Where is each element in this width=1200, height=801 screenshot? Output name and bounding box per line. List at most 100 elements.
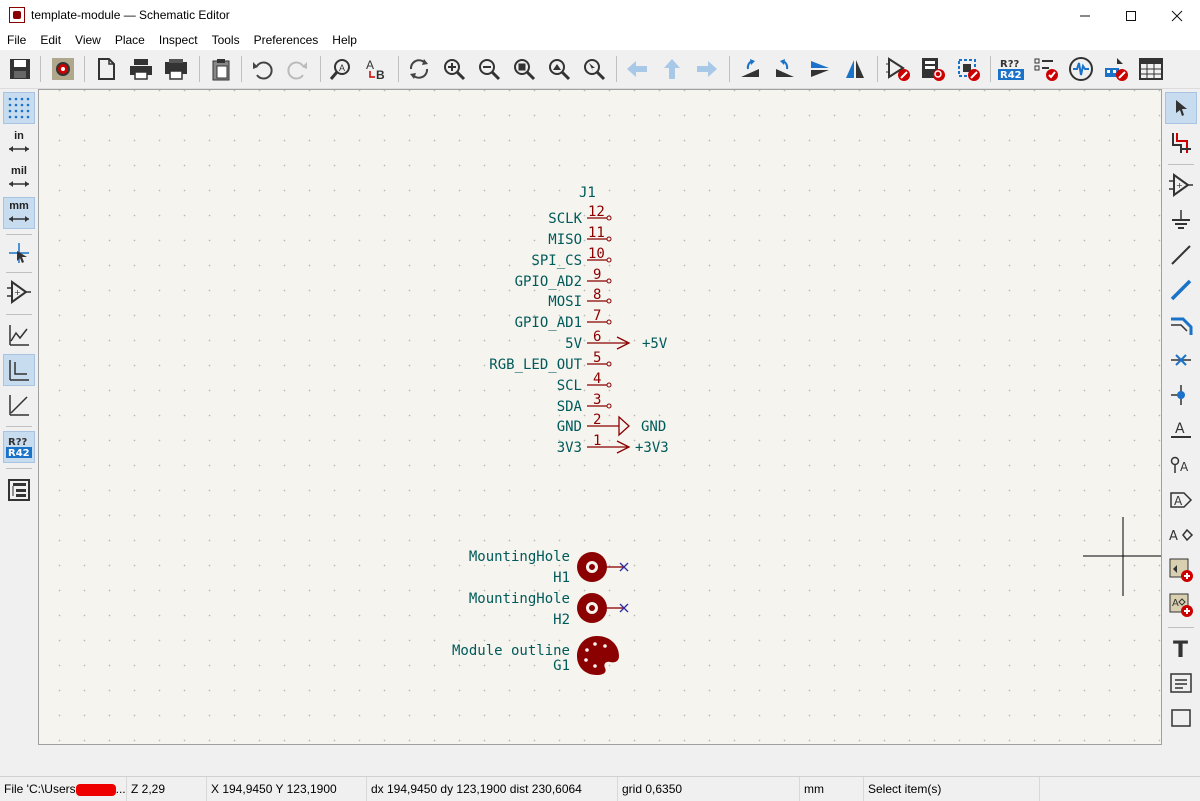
pin-11[interactable]: MISO 11 bbox=[548, 225, 612, 248]
add-text-button[interactable]: T bbox=[1165, 632, 1197, 664]
line-45-button[interactable] bbox=[3, 389, 35, 421]
power-symbol-gnd[interactable]: GND bbox=[618, 415, 666, 437]
pin-5[interactable]: RGB_LED_OUT 5 bbox=[489, 350, 612, 373]
select-tool-button[interactable] bbox=[1165, 92, 1197, 124]
paste-button[interactable] bbox=[205, 53, 237, 85]
pin-10[interactable]: SPI_CS 10 bbox=[531, 246, 612, 269]
title-bar: template-module — Schematic Editor bbox=[0, 0, 1200, 31]
menu-view[interactable]: View bbox=[68, 31, 108, 50]
clipboard-icon bbox=[212, 59, 230, 81]
add-bus-entry-button[interactable] bbox=[1165, 309, 1197, 341]
mounting-hole-h1[interactable]: MountingHole H1 bbox=[469, 549, 629, 586]
hidden-pins-button[interactable]: + bbox=[3, 276, 35, 308]
add-rectangle-button[interactable] bbox=[1165, 702, 1197, 734]
undo-button[interactable] bbox=[246, 53, 278, 85]
pin-2[interactable]: GND 2 bbox=[557, 412, 619, 435]
menu-tools[interactable]: Tools bbox=[205, 31, 247, 50]
mirror-vertical-icon bbox=[811, 61, 829, 77]
add-label-button[interactable]: A bbox=[1165, 414, 1197, 446]
add-wire-button[interactable] bbox=[1165, 239, 1197, 271]
line-any-angle-button[interactable] bbox=[3, 319, 35, 351]
menu-edit[interactable]: Edit bbox=[33, 31, 68, 50]
menu-place[interactable]: Place bbox=[108, 31, 152, 50]
menu-inspect[interactable]: Inspect bbox=[152, 31, 205, 50]
highlight-net-button[interactable] bbox=[1165, 127, 1197, 159]
refresh-icon bbox=[409, 59, 429, 79]
status-delta: dx 194,9450 dy 123,1900 dist 230,6064 bbox=[367, 777, 618, 801]
units-mm-button[interactable]: mm bbox=[3, 197, 35, 229]
menu-file[interactable]: File bbox=[0, 31, 33, 50]
svg-text:R??: R?? bbox=[1000, 59, 1020, 70]
rotate-cw-button[interactable] bbox=[769, 53, 801, 85]
units-mils-button[interactable]: mil bbox=[3, 162, 35, 194]
add-hierarchical-label-button[interactable]: A bbox=[1165, 519, 1197, 551]
power-symbol-plus3v3[interactable]: +3V3 bbox=[616, 440, 669, 456]
symbol-editor-button[interactable] bbox=[882, 53, 914, 85]
footprint-assign-button[interactable] bbox=[952, 53, 984, 85]
pin-3[interactable]: SDA 3 bbox=[557, 392, 612, 415]
add-junction-button[interactable] bbox=[1165, 379, 1197, 411]
minimize-button[interactable] bbox=[1062, 0, 1108, 31]
zoom-selection-button[interactable] bbox=[578, 53, 610, 85]
plot-button[interactable] bbox=[160, 53, 192, 85]
ground-icon bbox=[1172, 210, 1190, 229]
cursor-style-button[interactable] bbox=[3, 237, 35, 269]
schematic-canvas[interactable]: J1 SCLK 12 MISO 11 SPI_CS 10 GPIO_AD2 9 bbox=[38, 89, 1162, 745]
pin-8[interactable]: MOSI 8 bbox=[548, 287, 612, 310]
redo-button[interactable] bbox=[282, 53, 314, 85]
add-symbol-button[interactable]: + bbox=[1165, 169, 1197, 201]
erc-button[interactable] bbox=[1030, 53, 1062, 85]
close-button[interactable] bbox=[1154, 0, 1200, 31]
add-power-button[interactable] bbox=[1165, 204, 1197, 236]
symbol-browser-button[interactable] bbox=[917, 53, 949, 85]
navigate-forward-button[interactable] bbox=[691, 53, 723, 85]
hierarchy-navigator-button[interactable] bbox=[3, 474, 35, 506]
add-no-connect-button[interactable] bbox=[1165, 344, 1197, 376]
power-symbol-plus5v[interactable]: +5V bbox=[616, 336, 668, 352]
units-inches-button[interactable]: in bbox=[3, 127, 35, 159]
pin-4[interactable]: SCL 4 bbox=[557, 371, 612, 394]
find-button[interactable]: A bbox=[325, 53, 357, 85]
mirror-horizontal-button[interactable] bbox=[839, 53, 871, 85]
print-button[interactable] bbox=[125, 53, 157, 85]
menu-help[interactable]: Help bbox=[325, 31, 364, 50]
add-sheet-button[interactable] bbox=[1165, 554, 1197, 586]
units-inches-label: in bbox=[14, 129, 24, 142]
pin-12[interactable]: SCLK 12 bbox=[548, 204, 612, 227]
select-arrow-icon bbox=[1176, 100, 1187, 116]
bom-table-button[interactable] bbox=[1135, 53, 1167, 85]
module-outline-symbol[interactable]: Module outline G1 bbox=[452, 636, 619, 675]
annotate-mode-button[interactable]: R?? R42 bbox=[3, 431, 35, 463]
annotate-button[interactable]: R?? R42 bbox=[995, 53, 1027, 85]
svg-text:A: A bbox=[1174, 494, 1183, 508]
mirror-vertical-button[interactable] bbox=[804, 53, 836, 85]
refresh-button[interactable] bbox=[403, 53, 435, 85]
add-bus-button[interactable] bbox=[1165, 274, 1197, 306]
edit-footprints-button[interactable] bbox=[1100, 53, 1132, 85]
import-sheet-pin-button[interactable]: A bbox=[1165, 589, 1197, 621]
mounting-hole-h2[interactable]: MountingHole H2 bbox=[469, 591, 629, 628]
find-replace-button[interactable]: AB bbox=[360, 53, 392, 85]
add-global-label-button[interactable]: A bbox=[1165, 484, 1197, 516]
page-settings-button[interactable] bbox=[90, 53, 122, 85]
line-90-button[interactable] bbox=[3, 354, 35, 386]
zoom-in-button[interactable] bbox=[438, 53, 470, 85]
zoom-out-button[interactable] bbox=[473, 53, 505, 85]
save-button[interactable] bbox=[4, 53, 36, 85]
maximize-button[interactable] bbox=[1108, 0, 1154, 31]
add-net-class-directive-button[interactable]: A bbox=[1165, 449, 1197, 481]
grid-toggle-button[interactable] bbox=[3, 92, 35, 124]
graphic-value: Module outline bbox=[452, 643, 570, 659]
navigate-up-button[interactable] bbox=[656, 53, 688, 85]
navigate-back-button[interactable] bbox=[621, 53, 653, 85]
menu-preferences[interactable]: Preferences bbox=[247, 31, 326, 50]
symbol-editor-icon bbox=[886, 57, 910, 81]
schematic-setup-button[interactable] bbox=[47, 53, 79, 85]
pin-7[interactable]: GPIO_AD1 7 bbox=[515, 308, 612, 331]
add-textbox-button[interactable] bbox=[1165, 667, 1197, 699]
rotate-ccw-button[interactable] bbox=[734, 53, 766, 85]
zoom-objects-button[interactable] bbox=[543, 53, 575, 85]
simulator-button[interactable] bbox=[1065, 53, 1097, 85]
zoom-fit-button[interactable] bbox=[508, 53, 540, 85]
close-icon bbox=[1171, 10, 1183, 21]
